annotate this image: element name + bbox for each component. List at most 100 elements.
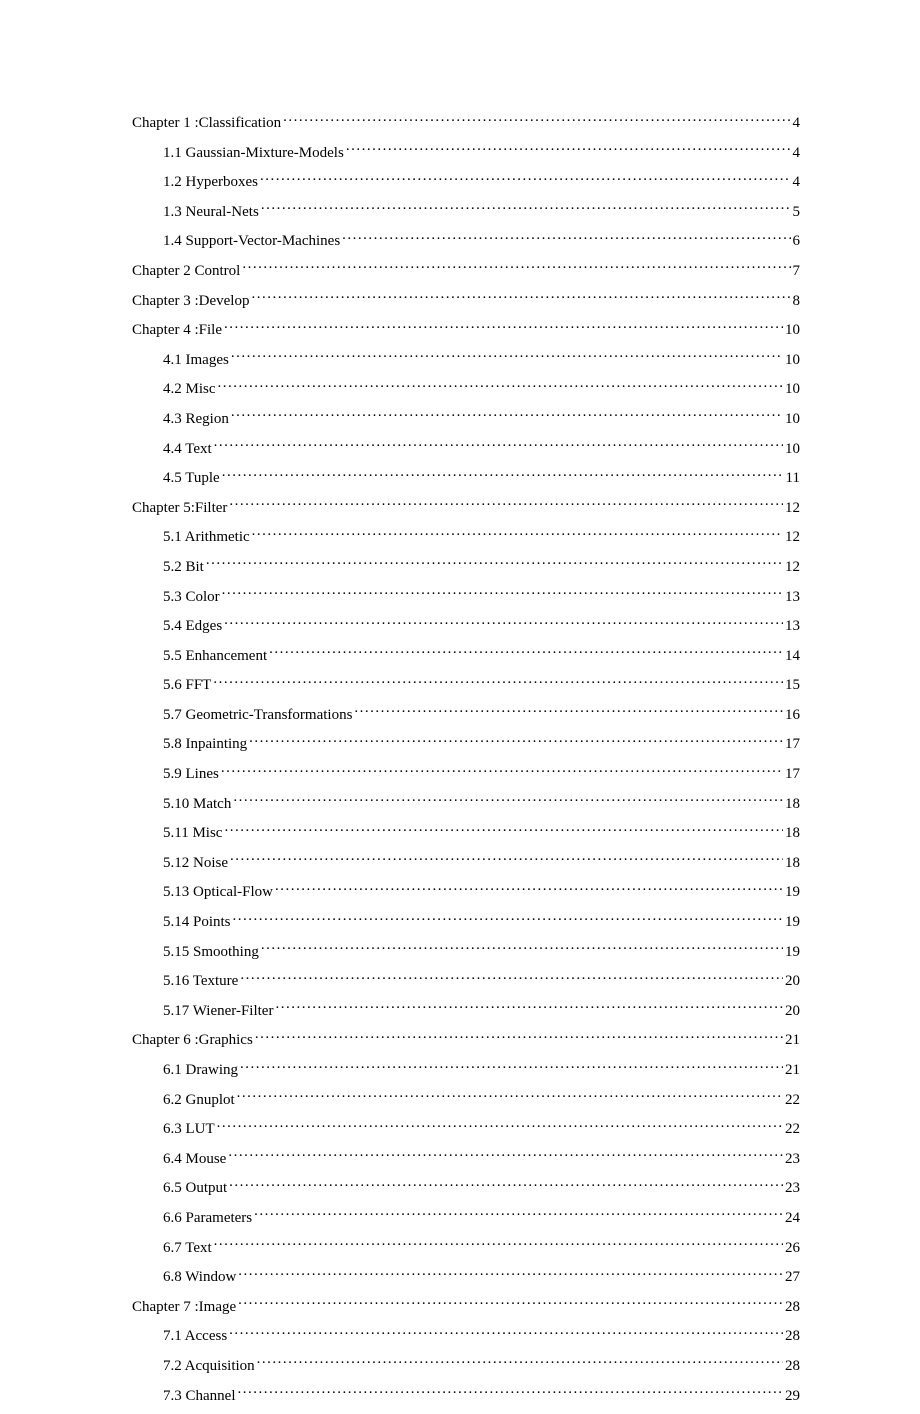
toc-entry[interactable]: 1.2 Hyperboxes4	[163, 171, 800, 193]
toc-entry[interactable]: 6.3 LUT22	[163, 1118, 800, 1140]
toc-entry[interactable]: 5.7 Geometric-Transformations16	[163, 704, 800, 726]
toc-leader-dots	[238, 1296, 783, 1311]
toc-page-number: 21	[785, 1031, 800, 1051]
toc-entry[interactable]: 5.10 Match18	[163, 793, 800, 815]
toc-leader-dots	[257, 1355, 783, 1370]
toc-page-number: 12	[785, 499, 800, 519]
toc-entry[interactable]: 1.4 Support-Vector-Machines 6	[163, 230, 800, 252]
toc-page-number: 10	[785, 321, 800, 341]
toc-leader-dots	[213, 674, 783, 689]
toc-label: 7.3 Channel	[163, 1387, 236, 1407]
toc-page-number: 28	[785, 1357, 800, 1377]
toc-leader-dots	[251, 290, 790, 305]
toc-label: 5.3 Color	[163, 588, 220, 608]
toc-entry[interactable]: 4.1 Images 10	[163, 349, 800, 371]
toc-page-number: 20	[785, 972, 800, 992]
toc-label: 5.7 Geometric-Transformations	[163, 706, 352, 726]
toc-leader-dots	[260, 171, 791, 186]
toc-entry[interactable]: 6.5 Output23	[163, 1177, 800, 1199]
toc-label: 1.4 Support-Vector-Machines	[163, 232, 340, 252]
toc-entry[interactable]: 1.1 Gaussian-Mixture-Models4	[163, 142, 800, 164]
toc-page-number: 8	[793, 292, 801, 312]
toc-label: Chapter 3 :Develop	[132, 292, 249, 312]
toc-entry[interactable]: 6.7 Text26	[163, 1237, 800, 1259]
toc-label: 6.5 Output	[163, 1179, 227, 1199]
toc-entry[interactable]: 5.2 Bit12	[163, 556, 800, 578]
toc-leader-dots	[240, 1059, 783, 1074]
toc-entry[interactable]: 5.11 Misc18	[163, 822, 800, 844]
toc-entry[interactable]: 5.15 Smoothing19	[163, 941, 800, 963]
toc-entry[interactable]: Chapter 4 :File10	[132, 319, 800, 341]
toc-leader-dots	[218, 378, 784, 393]
toc-entry[interactable]: 5.6 FFT15	[163, 674, 800, 696]
toc-label: 6.6 Parameters	[163, 1209, 252, 1229]
toc-entry[interactable]: 5.4 Edges 13	[163, 615, 800, 637]
toc-label: 6.8 Window	[163, 1268, 236, 1288]
toc-leader-dots	[275, 881, 783, 896]
toc-leader-dots	[261, 941, 783, 956]
toc-label: Chapter 6 :Graphics	[132, 1031, 253, 1051]
toc-entry[interactable]: 1.3 Neural-Nets5	[163, 201, 800, 223]
toc-entry[interactable]: 5.13 Optical-Flow19	[163, 881, 800, 903]
toc-page-number: 18	[785, 854, 800, 874]
toc-entry[interactable]: Chapter 5:Filter12	[132, 497, 800, 519]
toc-page-number: 7	[793, 262, 801, 282]
toc-entry[interactable]: 4.2 Misc10	[163, 378, 800, 400]
toc-entry[interactable]: 4.4 Text10	[163, 438, 800, 460]
toc-leader-dots	[214, 1237, 783, 1252]
toc-leader-dots	[231, 408, 783, 423]
toc-leader-dots	[249, 733, 783, 748]
toc-page-number: 6	[793, 232, 801, 252]
toc-page-number: 10	[785, 410, 800, 430]
toc-entry[interactable]: 5.3 Color13	[163, 586, 800, 608]
toc-entry[interactable]: 5.1 Arithmetic12	[163, 526, 800, 548]
toc-leader-dots	[283, 112, 790, 127]
toc-entry[interactable]: 5.8 Inpainting17	[163, 733, 800, 755]
toc-leader-dots	[230, 852, 783, 867]
toc-label: 4.3 Region	[163, 410, 229, 430]
toc-entry[interactable]: 5.9 Lines17	[163, 763, 800, 785]
toc-label: 6.2 Gnuplot	[163, 1091, 235, 1111]
toc-entry[interactable]: 4.3 Region 10	[163, 408, 800, 430]
toc-entry[interactable]: 5.12 Noise18	[163, 852, 800, 874]
toc-entry[interactable]: 6.8 Window27	[163, 1266, 800, 1288]
toc-leader-dots	[221, 763, 783, 778]
toc-entry[interactable]: 5.14 Points19	[163, 911, 800, 933]
toc-leader-dots	[229, 497, 783, 512]
toc-entry[interactable]: Chapter 3 :Develop 8	[132, 290, 800, 312]
toc-page-number: 10	[785, 351, 800, 371]
toc-entry[interactable]: 6.6 Parameters24	[163, 1207, 800, 1229]
toc-label: Chapter 2 Control	[132, 262, 240, 282]
toc-label: 5.4 Edges	[163, 617, 222, 637]
toc-leader-dots	[222, 586, 783, 601]
toc-label: 1.1 Gaussian-Mixture-Models	[163, 144, 344, 164]
toc-entry[interactable]: 6.4 Mouse23	[163, 1148, 800, 1170]
toc-label: Chapter 1 :Classification	[132, 114, 281, 134]
toc-entry[interactable]: Chapter 1 :Classification4	[132, 112, 800, 134]
toc-label: 5.9 Lines	[163, 765, 219, 785]
toc-entry[interactable]: 5.5 Enhancement14	[163, 645, 800, 667]
toc-label: 5.17 Wiener-Filter	[163, 1002, 273, 1022]
toc-page-number: 4	[793, 173, 801, 193]
toc-entry[interactable]: Chapter 7 :Image28	[132, 1296, 800, 1318]
toc-leader-dots	[214, 438, 783, 453]
toc-page-number: 13	[785, 617, 800, 637]
toc-entry[interactable]: 6.1 Drawing21	[163, 1059, 800, 1081]
toc-leader-dots	[224, 822, 783, 837]
toc-label: 1.3 Neural-Nets	[163, 203, 259, 223]
toc-entry[interactable]: Chapter 6 :Graphics 21	[132, 1029, 800, 1051]
toc-entry[interactable]: 5.17 Wiener-Filter20	[163, 1000, 800, 1022]
toc-entry[interactable]: 4.5 Tuple11	[163, 467, 800, 489]
toc-leader-dots	[238, 1266, 783, 1281]
toc-leader-dots	[342, 230, 790, 245]
toc-entry[interactable]: 7.3 Channel29	[163, 1385, 800, 1407]
toc-leader-dots	[354, 704, 783, 719]
toc-entry[interactable]: 6.2 Gnuplot22	[163, 1089, 800, 1111]
toc-entry[interactable]: 7.1 Access28	[163, 1325, 800, 1347]
toc-entry[interactable]: Chapter 2 Control 7	[132, 260, 800, 282]
toc-label: 4.1 Images	[163, 351, 229, 371]
toc-leader-dots	[261, 201, 791, 216]
toc-entry[interactable]: 7.2 Acquisition28	[163, 1355, 800, 1377]
toc-entry[interactable]: 5.16 Texture20	[163, 970, 800, 992]
toc-leader-dots	[229, 1177, 783, 1192]
